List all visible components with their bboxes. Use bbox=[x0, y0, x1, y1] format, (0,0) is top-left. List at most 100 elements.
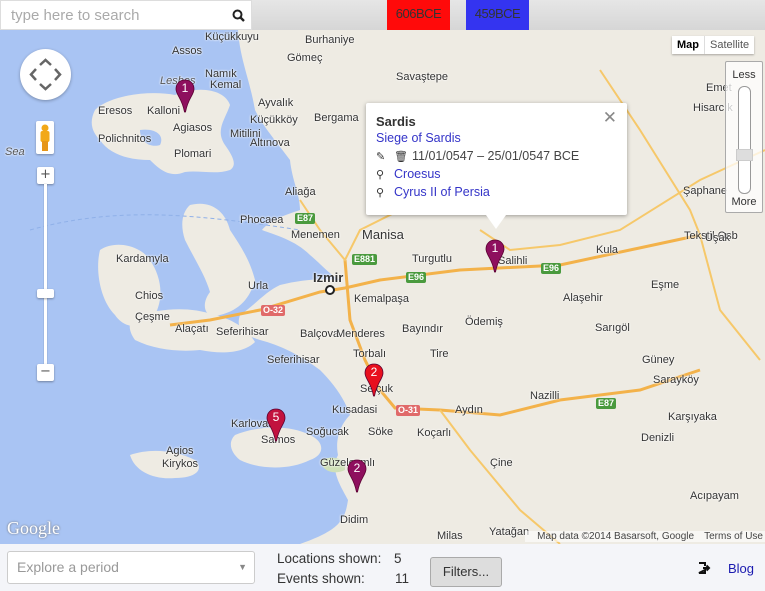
place-label: Savaştepe bbox=[396, 71, 448, 83]
place-label: Polichnitos bbox=[98, 133, 152, 145]
person-link[interactable]: Croesus bbox=[394, 167, 441, 181]
top-bar: 606BCE 459BCE bbox=[0, 0, 765, 30]
density-more-label: More bbox=[731, 196, 757, 208]
place-label: Sarayköy bbox=[653, 374, 699, 386]
map-marker[interactable]: 1 bbox=[175, 79, 195, 113]
place-label: Didim bbox=[340, 514, 369, 526]
place-label: Phocaea bbox=[240, 214, 284, 226]
place-label: Milas bbox=[437, 530, 463, 542]
search-input[interactable] bbox=[1, 1, 226, 29]
filters-button[interactable]: Filters... bbox=[430, 557, 502, 587]
map-type-control: Map Satellite bbox=[672, 36, 755, 54]
road-badge: E87 bbox=[295, 213, 316, 224]
place-label: Kirykos bbox=[162, 458, 199, 470]
place-label: Seferihisar bbox=[267, 354, 320, 366]
road-badge: O-32 bbox=[261, 305, 286, 316]
map-canvas[interactable]: Küçükkuyu Burhaniye Assos Gömeç Savaştepe Nam… bbox=[0, 30, 765, 544]
map-marker[interactable]: 2 bbox=[364, 363, 384, 397]
place-label: Acıpayam bbox=[690, 490, 739, 502]
place-label: Kemalpaşa bbox=[354, 293, 410, 305]
place-label: Balçova bbox=[300, 328, 340, 340]
event-link[interactable]: Siege of Sardis bbox=[376, 131, 461, 145]
place-label: Assos bbox=[172, 45, 202, 57]
density-handle[interactable] bbox=[736, 149, 753, 162]
place-label: Alaşehir bbox=[563, 292, 603, 304]
place-label: Kemal bbox=[210, 79, 242, 91]
zoom-slider-handle[interactable] bbox=[37, 289, 54, 298]
place-label: Bergama bbox=[314, 112, 359, 124]
terms-link[interactable]: Terms of Use bbox=[704, 531, 763, 542]
search-icon[interactable]: ⚲ bbox=[376, 184, 388, 202]
place-label: Torbalı bbox=[353, 348, 387, 360]
pan-control[interactable] bbox=[20, 49, 71, 100]
blog-link[interactable]: Blog bbox=[728, 561, 754, 576]
search-icon[interactable]: ⚲ bbox=[376, 166, 388, 184]
place-label: Küçükköy bbox=[250, 114, 298, 126]
place-label: Agios bbox=[166, 445, 194, 457]
zoom-slider-track[interactable] bbox=[44, 184, 47, 364]
place-label: Menemen bbox=[291, 229, 340, 241]
place-label: Uşak bbox=[705, 232, 731, 244]
map-attribution: Map data ©2014 Basarsoft, Google Terms of… bbox=[525, 531, 765, 542]
place-label: Sea bbox=[5, 146, 25, 158]
period-select[interactable]: Explore a period ▼ bbox=[7, 551, 255, 584]
map-marker[interactable]: 1 bbox=[485, 239, 505, 273]
marker-count: 2 bbox=[353, 461, 361, 475]
place-label: Alaçatı bbox=[175, 323, 209, 335]
trash-icon[interactable]: 🗑 bbox=[394, 148, 408, 166]
pan-up-icon bbox=[39, 58, 52, 66]
search-icon[interactable] bbox=[231, 8, 247, 24]
road-badge: E96 bbox=[406, 272, 427, 283]
close-icon[interactable]: ✕ bbox=[603, 108, 617, 128]
place-label: Eresos bbox=[98, 105, 133, 117]
marker-count: 1 bbox=[491, 241, 499, 255]
map-type-satellite-button[interactable]: Satellite bbox=[705, 36, 754, 54]
google-logo: Google bbox=[7, 518, 60, 538]
search-box[interactable] bbox=[0, 0, 252, 30]
zoom-in-button[interactable]: + bbox=[37, 167, 54, 184]
place-label: Urla bbox=[248, 280, 269, 292]
place-label: Ayvalık bbox=[258, 97, 294, 109]
zoom-out-button[interactable]: − bbox=[37, 364, 54, 381]
place-label: Turgutlu bbox=[412, 253, 452, 265]
place-label: Çeşme bbox=[135, 311, 170, 323]
pan-down-icon bbox=[39, 83, 52, 91]
period-placeholder: Explore a period bbox=[17, 559, 119, 575]
logout-icon[interactable] bbox=[697, 561, 711, 575]
road-badge: E96 bbox=[541, 263, 562, 274]
road-badge: E881 bbox=[352, 254, 378, 265]
road-badge: E87 bbox=[596, 398, 617, 409]
place-label: Söke bbox=[368, 426, 394, 438]
density-slider[interactable]: Less More bbox=[725, 61, 763, 213]
place-label: Nazilli bbox=[530, 390, 560, 402]
place-label: Agiasos bbox=[173, 122, 213, 134]
place-label: Güney bbox=[642, 354, 675, 366]
place-label: Menderes bbox=[336, 328, 385, 340]
bottom-bar: Explore a period ▼ Locations shown: 5 Eve… bbox=[0, 544, 765, 591]
density-track[interactable] bbox=[738, 86, 751, 194]
place-label: Manisa bbox=[362, 227, 404, 242]
place-label: Aliağa bbox=[285, 186, 316, 198]
locations-label: Locations shown: bbox=[277, 551, 382, 566]
info-window: ✕ Sardis Siege of Sardis ✎ 🗑 11/01/0547 – … bbox=[366, 103, 627, 229]
place-label: Kusadasi bbox=[332, 404, 378, 416]
place-label: Burhaniye bbox=[305, 34, 355, 46]
map-type-map-button[interactable]: Map bbox=[672, 36, 705, 54]
pencil-icon[interactable]: ✎ bbox=[376, 148, 388, 166]
map-marker[interactable]: 2 bbox=[347, 459, 367, 493]
place-label: Eşme bbox=[651, 279, 680, 291]
event-dates: 11/01/0547 – 25/01/0547 BCE bbox=[412, 149, 580, 163]
place-label: Kula bbox=[596, 244, 619, 256]
place-label: Çine bbox=[490, 457, 513, 469]
street-view-pegman-icon[interactable] bbox=[36, 121, 54, 154]
timeline-end-marker[interactable]: 459BCE bbox=[466, 0, 529, 30]
density-less-label: Less bbox=[732, 69, 756, 81]
attribution-text: Map data ©2014 Basarsoft, Google bbox=[537, 531, 695, 542]
place-label: Yatağan bbox=[489, 526, 530, 538]
place-label: Aydın bbox=[455, 404, 483, 416]
place-label: Tire bbox=[430, 348, 449, 360]
map-marker[interactable]: 5 bbox=[266, 408, 286, 442]
place-label: Seferihisar bbox=[216, 326, 269, 338]
person-link[interactable]: Cyrus II of Persia bbox=[394, 185, 490, 199]
timeline-start-marker[interactable]: 606BCE bbox=[387, 0, 450, 30]
